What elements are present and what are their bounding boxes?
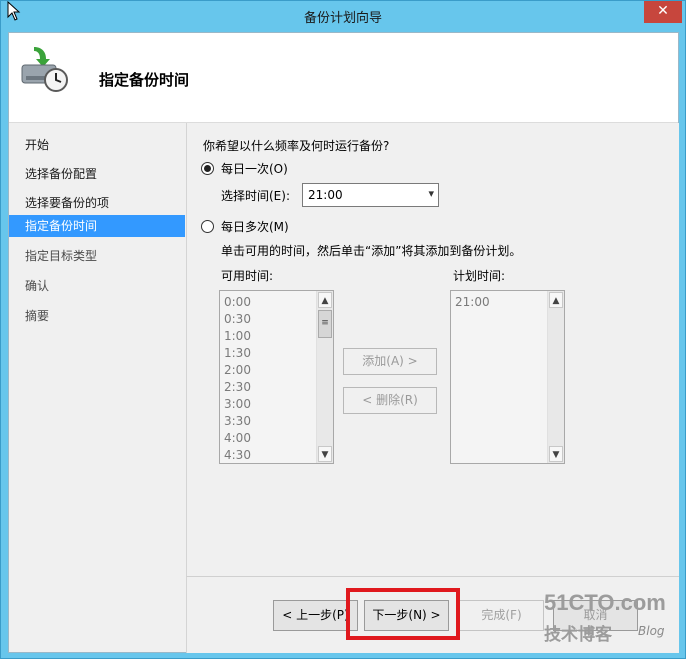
sidebar-step-start[interactable]: 开始 — [9, 134, 185, 156]
available-list-scrollbar[interactable]: ▲ ≡ ▼ — [316, 291, 333, 463]
window-title: 备份计划向导 — [303, 11, 382, 26]
chevron-up-icon[interactable]: ▲ — [549, 292, 563, 308]
available-times-list[interactable]: 0:00 0:30 1:00 1:30 2:00 2:30 3:00 3:30 … — [219, 290, 334, 464]
sidebar-step-backup-config[interactable]: 选择备份配置 — [9, 163, 185, 185]
multi-daily-description: 单击可用的时间，然后单击“添加”将其添加到备份计划。 — [221, 244, 522, 258]
add-button[interactable]: 添加(A) > — [343, 348, 437, 375]
list-item[interactable]: 4:30 — [224, 448, 251, 462]
list-item[interactable]: 1:00 — [224, 329, 251, 343]
sidebar-step-select-items[interactable]: 选择要备份的项 — [9, 192, 185, 214]
once-daily-radio[interactable] — [201, 162, 214, 175]
once-daily-label[interactable]: 每日一次(O) — [221, 160, 288, 177]
title-bar[interactable]: 备份计划向导 ✕ — [1, 1, 685, 32]
scroll-thumb[interactable]: ≡ — [318, 310, 332, 338]
watermark: 51CTO.com 技术博客 Blog — [544, 590, 679, 645]
frequency-question: 你希望以什么频率及何时运行备份? — [203, 139, 390, 153]
list-item[interactable]: 2:30 — [224, 380, 251, 394]
close-button[interactable]: ✕ — [644, 1, 682, 23]
sidebar-step-confirm: 确认 — [25, 279, 50, 293]
watermark-site: 51CTO.com — [544, 590, 666, 615]
sidebar-step-summary: 摘要 — [25, 309, 50, 323]
page-title: 指定备份时间 — [99, 71, 190, 89]
list-item[interactable]: 2:00 — [224, 363, 251, 377]
sidebar-step-specify-time[interactable]: 指定备份时间 — [9, 215, 185, 237]
chevron-down-icon: ▾ — [428, 187, 434, 200]
wizard-steps-sidebar: 开始 选择备份配置 选择要备份的项 指定备份时间 指定目标类型 确认 摘要 — [9, 123, 186, 652]
wizard-window: 备份计划向导 ✕ 指定备份时间 开始 选择备份配置 选择要备份的项 指定备份时间… — [0, 0, 686, 659]
list-item[interactable]: 0:30 — [224, 312, 251, 326]
list-item[interactable]: 4:00 — [224, 431, 251, 445]
time-select-value: 21:00 — [308, 188, 343, 202]
list-item[interactable]: 0:00 — [224, 295, 251, 309]
chevron-up-icon[interactable]: ▲ — [318, 292, 332, 308]
multi-daily-label[interactable]: 每日多次(M) — [221, 218, 289, 235]
scheduled-times-list[interactable]: 21:00 ▲ ▼ — [450, 290, 565, 464]
list-item[interactable]: 1:30 — [224, 346, 251, 360]
next-button-highlight — [346, 588, 460, 640]
list-item[interactable]: 21:00 — [455, 295, 490, 309]
chevron-down-icon[interactable]: ▼ — [318, 446, 332, 462]
watermark-tagline: 技术博客 — [544, 625, 612, 645]
chevron-down-icon[interactable]: ▼ — [549, 446, 563, 462]
wizard-client: 指定备份时间 开始 选择备份配置 选择要备份的项 指定备份时间 指定目标类型 确… — [8, 32, 679, 653]
finish-button[interactable]: 完成(F) — [459, 600, 544, 631]
watermark-blog: Blog — [638, 624, 665, 638]
available-times-label: 可用时间: — [221, 269, 274, 283]
multi-daily-radio[interactable] — [201, 220, 214, 233]
list-item[interactable]: 3:00 — [224, 397, 251, 411]
scheduled-list-scrollbar[interactable]: ▲ ▼ — [547, 291, 564, 463]
scheduled-times-label: 计划时间: — [453, 269, 506, 283]
select-time-label: 选择时间(E): — [221, 189, 290, 203]
backup-schedule-icon — [21, 47, 68, 92]
wizard-content: 你希望以什么频率及何时运行备份? 每日一次(O) 选择时间(E): 21:00 … — [186, 123, 679, 576]
list-item[interactable]: 3:30 — [224, 414, 251, 428]
wizard-header: 指定备份时间 — [9, 33, 678, 123]
time-select[interactable]: 21:00 ▾ — [302, 183, 439, 207]
remove-button[interactable]: < 删除(R) — [343, 387, 437, 414]
sidebar-step-target-type: 指定目标类型 — [25, 249, 98, 263]
